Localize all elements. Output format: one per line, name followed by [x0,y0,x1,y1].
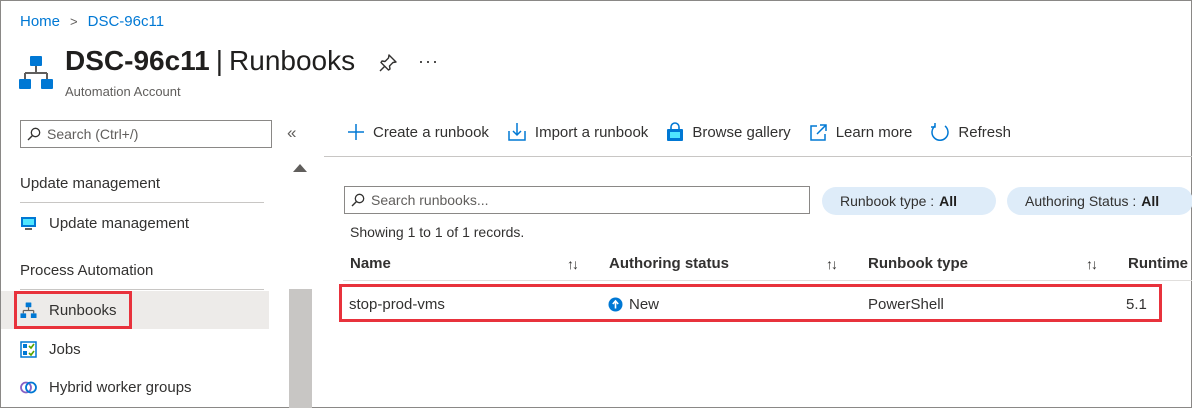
monitor-icon [21,216,36,230]
refresh-label: Refresh [958,123,1011,141]
browse-gallery-label: Browse gallery [692,123,791,141]
filter-label: Authoring Status : [1025,193,1137,209]
hybrid-worker-icon [20,381,37,393]
column-header-runtime[interactable]: Runtime [1128,255,1188,272]
runbooks-search-input[interactable]: Search runbooks... [344,186,810,214]
table-header-divider [343,280,1192,281]
learn-more-label: Learn more [835,123,913,141]
nav-item-label: Hybrid worker groups [49,378,192,396]
resource-subtitle: Automation Account [65,84,181,99]
collapse-nav-icon[interactable]: « [287,123,296,143]
breadcrumb-resource-link[interactable]: DSC-96c11 [88,13,164,30]
sort-icon[interactable]: ↑↓ [1086,256,1098,272]
runbooks-highlight-box [14,291,132,329]
nav-section-process-automation: Process Automation [20,262,154,279]
plus-icon [348,124,364,140]
refresh-button[interactable]: Refresh [930,122,1011,142]
runbook-hierarchy-icon [19,56,53,89]
breadcrumb-chevron-icon: > [70,14,78,29]
resource-name: DSC-96c11 [65,45,210,76]
filter-value: All [939,193,958,209]
learn-more-button[interactable]: Learn more [809,123,913,142]
create-runbook-button[interactable]: Create a runbook [347,123,489,141]
sort-icon[interactable]: ↑↓ [826,256,838,272]
command-bar: Create a runbook Import a runbook Browse… [347,122,1029,142]
runbook-type-filter[interactable]: Runbook type : All [822,187,996,215]
page-title: DSC-96c11 | Runbooks [65,45,355,77]
nav-item-label: Jobs [49,340,81,358]
shopping-bag-icon [667,122,684,141]
search-icon [351,193,365,207]
title-separator: | [215,45,224,76]
nav-item-update-management[interactable]: Update management [1,204,269,242]
nav-item-label: Update management [49,214,190,232]
jobs-grid-icon [20,340,37,358]
records-count: Showing 1 to 1 of 1 records. [350,224,525,240]
nav-search-input[interactable]: Search (Ctrl+/) [20,120,272,148]
nav-section-divider [20,289,264,290]
pin-icon[interactable] [378,53,398,73]
browse-gallery-button[interactable]: Browse gallery [666,122,791,142]
nav-item-jobs[interactable]: Jobs [1,330,269,368]
filter-value: All [1141,193,1160,209]
import-runbook-label: Import a runbook [534,123,649,141]
ellipsis-icon[interactable]: ··· [418,51,439,72]
nav-section-update-management: Update management [20,175,161,192]
breadcrumb: Home > DSC-96c11 [20,13,164,30]
nav-section-divider [20,202,264,203]
runbooks-search-placeholder: Search runbooks... [371,192,489,208]
blade-title: Runbooks [229,45,356,76]
scroll-up-arrow-icon[interactable] [293,164,307,172]
column-header-authoring-status[interactable]: Authoring status [609,255,729,272]
authoring-status-filter[interactable]: Authoring Status : All [1007,187,1192,215]
sort-icon[interactable]: ↑↓ [567,256,579,272]
breadcrumb-home-link[interactable]: Home [20,13,60,30]
toolbar-divider [324,156,1192,157]
nav-item-hybrid-worker-groups[interactable]: Hybrid worker groups [1,368,269,406]
search-icon [27,127,41,141]
refresh-icon [931,123,950,141]
column-header-name[interactable]: Name [350,255,391,272]
scrollbar-thumb[interactable] [289,289,312,408]
nav-search-placeholder: Search (Ctrl+/) [47,126,139,142]
import-icon [508,123,526,141]
column-header-runbook-type[interactable]: Runbook type [868,255,968,272]
filter-label: Runbook type : [840,193,935,209]
open-external-icon [809,123,827,141]
create-runbook-label: Create a runbook [373,123,489,141]
import-runbook-button[interactable]: Import a runbook [507,122,648,142]
runbook-row-highlight-box [339,284,1162,322]
